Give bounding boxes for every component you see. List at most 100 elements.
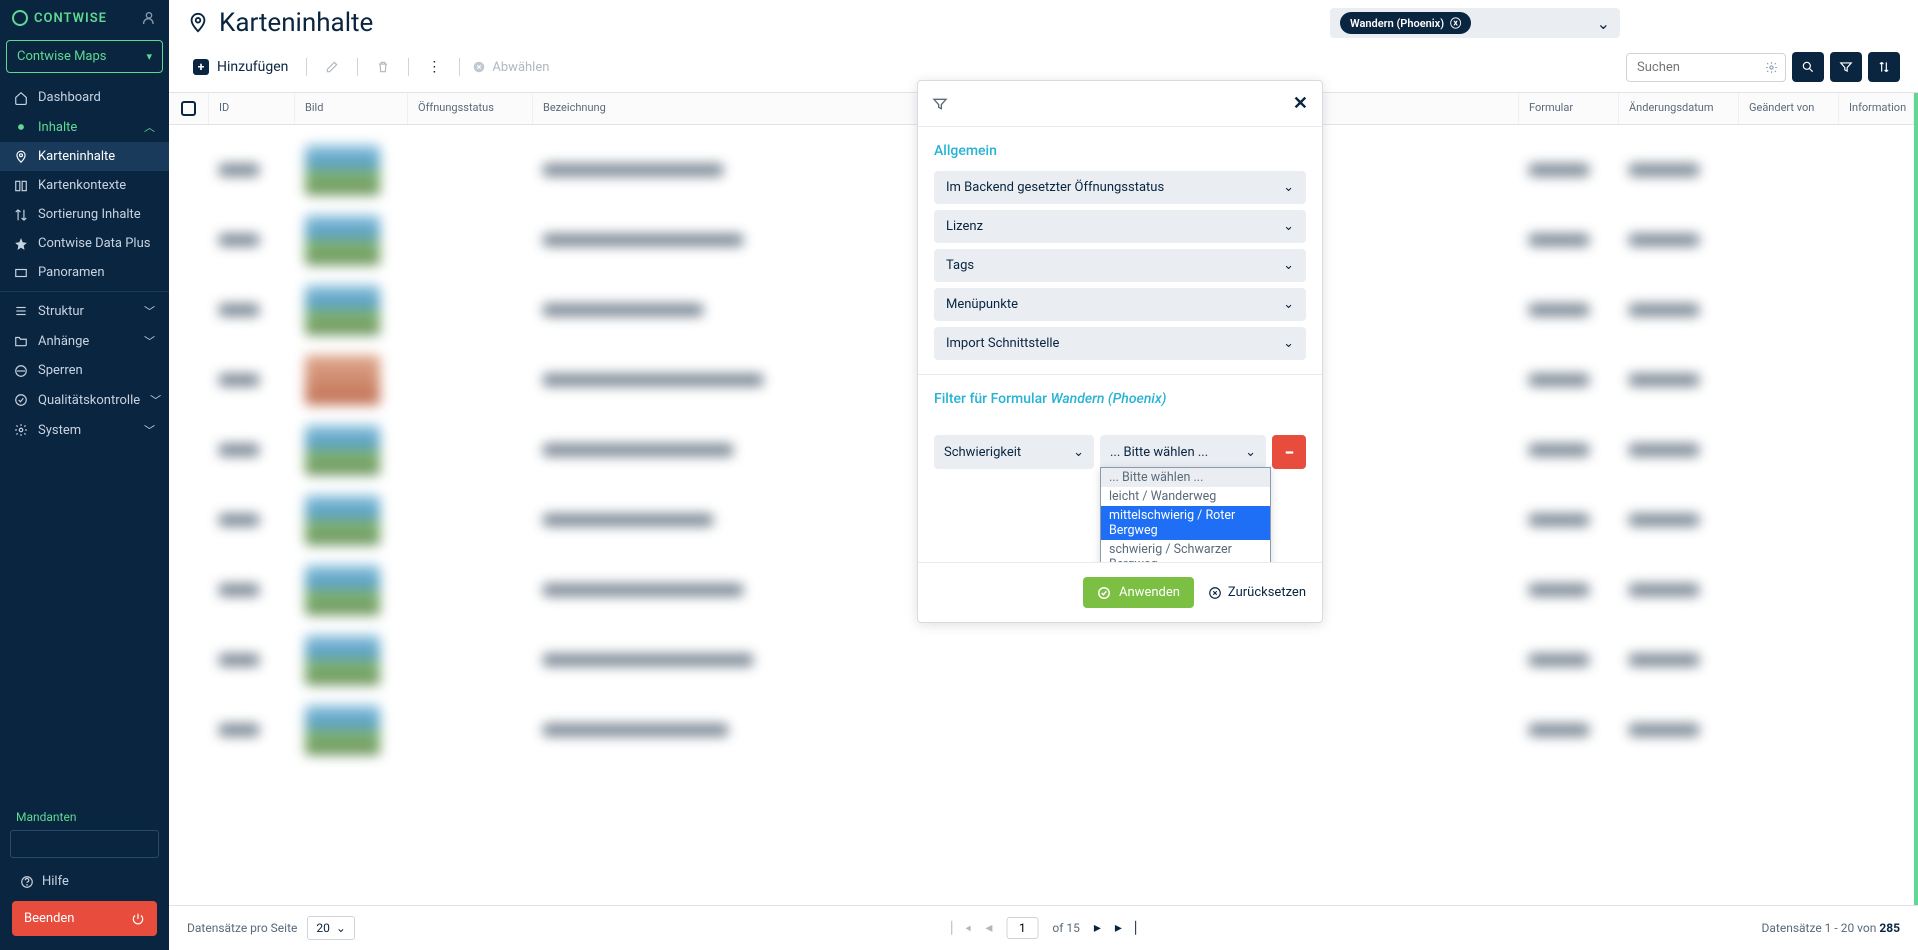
gear-icon[interactable]	[1765, 61, 1778, 74]
th-status[interactable]: Öffnungsstatus	[408, 93, 533, 124]
th-info[interactable]: Information	[1839, 93, 1914, 124]
filter-delete-button[interactable]	[1272, 435, 1306, 469]
chevron-down-icon: ﹀	[144, 303, 155, 319]
workspace-selector[interactable]: Contwise Maps ▾	[6, 40, 163, 73]
page-prev-icon[interactable]: ◂	[985, 920, 992, 936]
nav-system[interactable]: System ﹀	[0, 415, 169, 445]
check-circle-icon	[1097, 586, 1111, 600]
divider	[357, 58, 358, 76]
th-id[interactable]: ID	[209, 93, 295, 124]
th-formular[interactable]: Formular	[1519, 93, 1619, 124]
page-last-icon[interactable]: ▸⎹	[1115, 920, 1136, 936]
filter-icon	[1839, 60, 1853, 74]
trash-icon[interactable]	[370, 54, 396, 80]
brand-text: CONTWISE	[34, 11, 107, 26]
th-bild[interactable]: Bild	[295, 93, 408, 124]
power-icon	[131, 912, 145, 926]
divider	[306, 58, 307, 76]
workspace-label: Contwise Maps	[17, 49, 107, 64]
logo-icon	[12, 10, 28, 26]
nav-dataplus[interactable]: Contwise Data Plus	[0, 229, 169, 258]
gear-icon	[14, 423, 28, 437]
acc-tags[interactable]: Tags⌄	[934, 249, 1306, 282]
th-bezeichnung[interactable]: Bezeichnung	[533, 93, 918, 124]
block-icon	[14, 364, 28, 378]
tenant-input[interactable]	[10, 830, 159, 858]
chevron-down-icon: ⌄	[1283, 180, 1294, 195]
per-page-select[interactable]: 20 ⌄	[307, 916, 355, 940]
chevron-up-icon: ︿	[144, 119, 155, 135]
chevron-down-icon: ⌄	[1283, 297, 1294, 312]
nav-karteninhalte[interactable]: Karteninhalte	[0, 142, 169, 171]
dropdown-option-placeholder[interactable]: ... Bitte wählen ...	[1101, 468, 1270, 487]
more-icon[interactable]: ⋮	[421, 53, 447, 81]
divider	[459, 58, 460, 76]
divider	[0, 291, 169, 292]
th-by[interactable]: Geändert von	[1739, 93, 1839, 124]
minus-icon	[1283, 446, 1296, 459]
main: Karteninhalte Wandern (Phoenix) ⓧ ⌄ + Hi…	[169, 0, 1918, 950]
x-circle-icon	[472, 60, 486, 74]
acc-import[interactable]: Import Schnittstelle⌄	[934, 327, 1306, 360]
search-icon	[1801, 60, 1815, 74]
acc-status[interactable]: Im Backend gesetzter Öffnungsstatus⌄	[934, 171, 1306, 204]
search-input[interactable]	[1626, 53, 1786, 82]
page-next-icon[interactable]: ▸	[1094, 920, 1101, 936]
sort-icon	[14, 208, 28, 222]
divider	[408, 58, 409, 76]
acc-menu[interactable]: Menüpunkte⌄	[934, 288, 1306, 321]
nav-kartenkontexte[interactable]: Kartenkontexte	[0, 171, 169, 200]
pin-icon	[187, 12, 209, 34]
dropdown-option-leicht[interactable]: leicht / Wanderweg	[1101, 487, 1270, 506]
form-filter-selector[interactable]: Wandern (Phoenix) ⓧ ⌄	[1330, 8, 1620, 38]
page-title: Karteninhalte	[219, 8, 373, 38]
sort-button[interactable]	[1868, 52, 1900, 82]
section-form-title: Filter für Formular Wandern (Phoenix)	[918, 375, 1322, 419]
filter-field-select[interactable]: Schwierigkeit ⌄	[934, 435, 1094, 469]
nav-sortierung[interactable]: Sortierung Inhalte	[0, 200, 169, 229]
records-summary: Datensätze 1 - 20 von 285	[1762, 921, 1900, 935]
sidebar-footer: Mandanten Hilfe Beenden	[0, 798, 169, 950]
select-all-checkbox[interactable]	[181, 101, 196, 116]
exit-button[interactable]: Beenden	[12, 901, 157, 936]
apply-button[interactable]: Anwenden	[1083, 577, 1194, 608]
page-first-icon[interactable]: ⎸◂	[951, 920, 971, 936]
search-button[interactable]	[1792, 52, 1824, 82]
nav-dashboard[interactable]: Dashboard	[0, 83, 169, 112]
chevron-down-icon: ⌄	[1283, 219, 1294, 234]
search-wrap	[1626, 53, 1786, 82]
close-icon[interactable]: ✕	[1293, 93, 1308, 114]
user-icon[interactable]	[141, 10, 157, 26]
nav-inhalte[interactable]: Inhalte ︿	[0, 112, 169, 142]
plus-icon: +	[193, 59, 209, 75]
filter-panel-footer: Anwenden Zurücksetzen	[918, 562, 1322, 622]
brand-logo: CONTWISE	[12, 10, 107, 26]
pager: ⎸◂ ◂ of 15 ▸ ▸⎹	[951, 917, 1136, 939]
deselect-button[interactable]: Abwählen	[472, 60, 549, 75]
home-icon	[14, 91, 28, 105]
filter-value-select[interactable]: ... Bitte wählen ... ⌄	[1100, 435, 1266, 469]
dropdown-option-schwer[interactable]: schwierig / Schwarzer Bergweg	[1101, 540, 1270, 562]
help-link[interactable]: Hilfe	[6, 868, 163, 895]
nav-qk[interactable]: Qualitätskontrolle ﹀	[0, 385, 169, 415]
tag-remove-icon[interactable]: ⓧ	[1450, 15, 1461, 31]
list-icon	[14, 304, 28, 318]
page-of: of 15	[1052, 921, 1079, 935]
nav-anhaenge[interactable]: Anhänge ﹀	[0, 326, 169, 356]
dropdown-option-mittel[interactable]: mittelschwierig / Roter Bergweg	[1101, 506, 1270, 540]
th-date[interactable]: Änderungsdatum	[1619, 93, 1739, 124]
nav-panoramen[interactable]: Panoramen	[0, 258, 169, 287]
layers-icon	[14, 179, 28, 193]
acc-lizenz[interactable]: Lizenz⌄	[934, 210, 1306, 243]
chevron-down-icon: ⌄	[1283, 258, 1294, 273]
filter-icon	[932, 96, 948, 112]
filter-button[interactable]	[1830, 52, 1862, 82]
footer: Datensätze pro Seite 20 ⌄ ⎸◂ ◂ of 15 ▸ ▸…	[169, 905, 1918, 950]
add-button[interactable]: + Hinzufügen	[187, 55, 294, 79]
chevron-down-icon: ▾	[146, 50, 152, 63]
nav-struktur[interactable]: Struktur ﹀	[0, 296, 169, 326]
page-input[interactable]	[1006, 917, 1038, 939]
reset-button[interactable]: Zurücksetzen	[1208, 585, 1306, 600]
edit-icon[interactable]	[319, 54, 345, 80]
nav-sperren[interactable]: Sperren	[0, 356, 169, 385]
